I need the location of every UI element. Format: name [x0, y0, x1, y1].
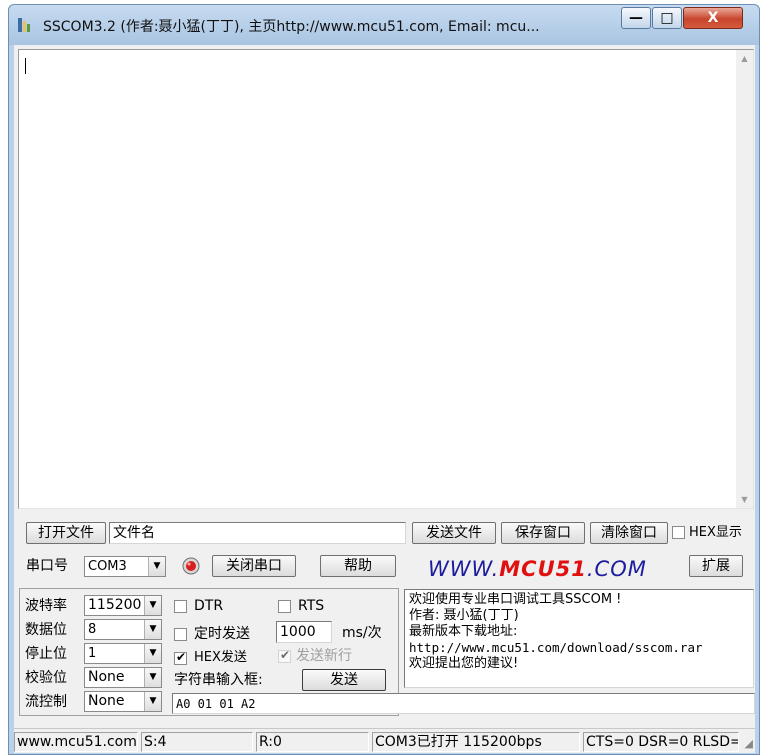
maximize-button[interactable]: □ — [652, 7, 682, 29]
client-area: ▲ ▼ 打开文件 文件名 发送文件 保存窗口 清除窗口 HEX显示 串口号 CO… — [14, 45, 755, 753]
port-select-value: COM3 — [88, 559, 127, 574]
minimize-button[interactable]: — — [621, 7, 651, 29]
window-title: SSCOM3.2 (作者:聂小猛(丁丁), 主页http://www.mcu51… — [43, 19, 540, 35]
send-button[interactable]: 发送 — [302, 669, 386, 691]
receive-textarea[interactable]: ▲ ▼ — [18, 49, 754, 509]
close-button[interactable]: X — [683, 7, 743, 29]
parity-label: 校验位 — [25, 670, 67, 686]
close-port-button[interactable]: 关闭串口 — [212, 555, 296, 577]
info-line-author: 作者: 聂小猛(丁丁) — [409, 608, 519, 623]
save-window-button[interactable]: 保存窗口 — [501, 522, 585, 544]
status-received: R:0 — [256, 732, 369, 752]
vertical-scrollbar[interactable]: ▲ ▼ — [736, 50, 753, 508]
scroll-up-icon[interactable]: ▲ — [736, 50, 753, 67]
port-select[interactable]: COM3 ▼ — [84, 556, 166, 577]
dtr-label: DTR — [194, 598, 224, 614]
chevron-down-icon[interactable]: ▼ — [148, 557, 165, 576]
chevron-down-icon[interactable]: ▼ — [144, 620, 161, 639]
rts-label: RTS — [298, 598, 325, 614]
status-lines: CTS=0 DSR=0 RLSD=0 — [583, 732, 739, 752]
interval-unit-label: ms/次 — [342, 625, 382, 641]
flow-select[interactable]: None ▼ — [84, 691, 162, 712]
status-bar: www.mcu51.com S:4 R:0 COM3已打开 115200bps … — [14, 728, 755, 753]
hex-display-checkbox[interactable] — [672, 526, 685, 539]
stopbits-label: 停止位 — [25, 646, 67, 662]
databits-label: 数据位 — [25, 622, 67, 638]
stopbits-select-value: 1 — [88, 646, 97, 661]
chevron-down-icon[interactable]: ▼ — [144, 644, 161, 663]
open-file-button[interactable]: 打开文件 — [26, 522, 106, 544]
logo-suffix: .COM — [586, 557, 647, 581]
timed-send-label: 定时发送 — [194, 626, 250, 642]
rts-checkbox[interactable] — [278, 600, 291, 613]
parity-select-value: None — [88, 669, 125, 685]
hex-display-label: HEX显示 — [689, 525, 742, 540]
info-line-welcome: 欢迎使用专业串口调试工具SSCOM ! — [409, 592, 622, 607]
send-newline-checkbox[interactable] — [278, 648, 291, 663]
logo-prefix: WWW. — [428, 557, 500, 581]
send-file-button[interactable]: 发送文件 — [412, 522, 496, 544]
minimize-icon: — — [629, 10, 643, 26]
logo-mid: MCU51 — [499, 557, 587, 581]
status-site: www.mcu51.com — [14, 732, 138, 752]
baud-select[interactable]: 115200 ▼ — [84, 595, 162, 616]
input-label: 字符串输入框: — [174, 672, 263, 688]
hex-send-checkbox[interactable] — [174, 650, 187, 665]
scroll-down-icon[interactable]: ▼ — [736, 491, 753, 508]
status-port-state: COM3已打开 115200bps — [372, 732, 580, 752]
chevron-down-icon[interactable]: ▼ — [144, 668, 161, 687]
flow-select-value: None — [88, 693, 125, 709]
send-newline-label: 发送新行 — [296, 648, 352, 664]
app-window: SSCOM3.2 (作者:聂小猛(丁丁), 主页http://www.mcu51… — [8, 4, 760, 755]
port-label: 串口号 — [26, 558, 68, 574]
parity-select[interactable]: None ▼ — [84, 667, 162, 688]
help-button[interactable]: 帮助 — [320, 555, 396, 577]
status-sent: S:4 — [141, 732, 253, 752]
port-status-icon — [182, 557, 200, 575]
file-name-field[interactable]: 文件名 — [109, 522, 406, 544]
info-line-feedback: 欢迎提出您的建议! — [409, 656, 519, 671]
interval-input[interactable]: 1000 — [276, 621, 332, 643]
clear-window-button[interactable]: 清除窗口 — [590, 522, 668, 544]
baud-select-value: 115200 — [88, 597, 142, 613]
chevron-down-icon[interactable]: ▼ — [144, 692, 161, 711]
send-input[interactable]: A0 01 01 A2 — [172, 693, 755, 714]
title-bar[interactable]: SSCOM3.2 (作者:聂小猛(丁丁), 主页http://www.mcu51… — [9, 5, 759, 45]
chevron-down-icon[interactable]: ▼ — [144, 596, 161, 615]
website-logo: WWW.MCU51.COM — [428, 557, 647, 581]
baud-label: 波特率 — [25, 598, 67, 614]
app-icon — [18, 18, 30, 32]
text-caret — [25, 58, 26, 74]
flow-label: 流控制 — [25, 694, 67, 710]
close-icon: X — [707, 10, 719, 26]
timed-send-checkbox[interactable] — [174, 628, 187, 641]
info-line-url: http://www.mcu51.com/download/sscom.rar — [409, 640, 703, 655]
expand-button[interactable]: 扩展 — [689, 555, 743, 577]
databits-select[interactable]: 8 ▼ — [84, 619, 162, 640]
stopbits-select[interactable]: 1 ▼ — [84, 643, 162, 664]
maximize-icon: □ — [660, 10, 674, 26]
dtr-checkbox[interactable] — [174, 600, 187, 613]
info-box: 欢迎使用专业串口调试工具SSCOM ! 作者: 聂小猛(丁丁) 最新版本下载地址… — [404, 589, 754, 688]
info-line-download: 最新版本下载地址: — [409, 624, 518, 639]
resize-grip-icon[interactable]: ◢ — [739, 737, 753, 751]
hex-send-label: HEX发送 — [194, 650, 247, 665]
databits-select-value: 8 — [88, 622, 97, 637]
